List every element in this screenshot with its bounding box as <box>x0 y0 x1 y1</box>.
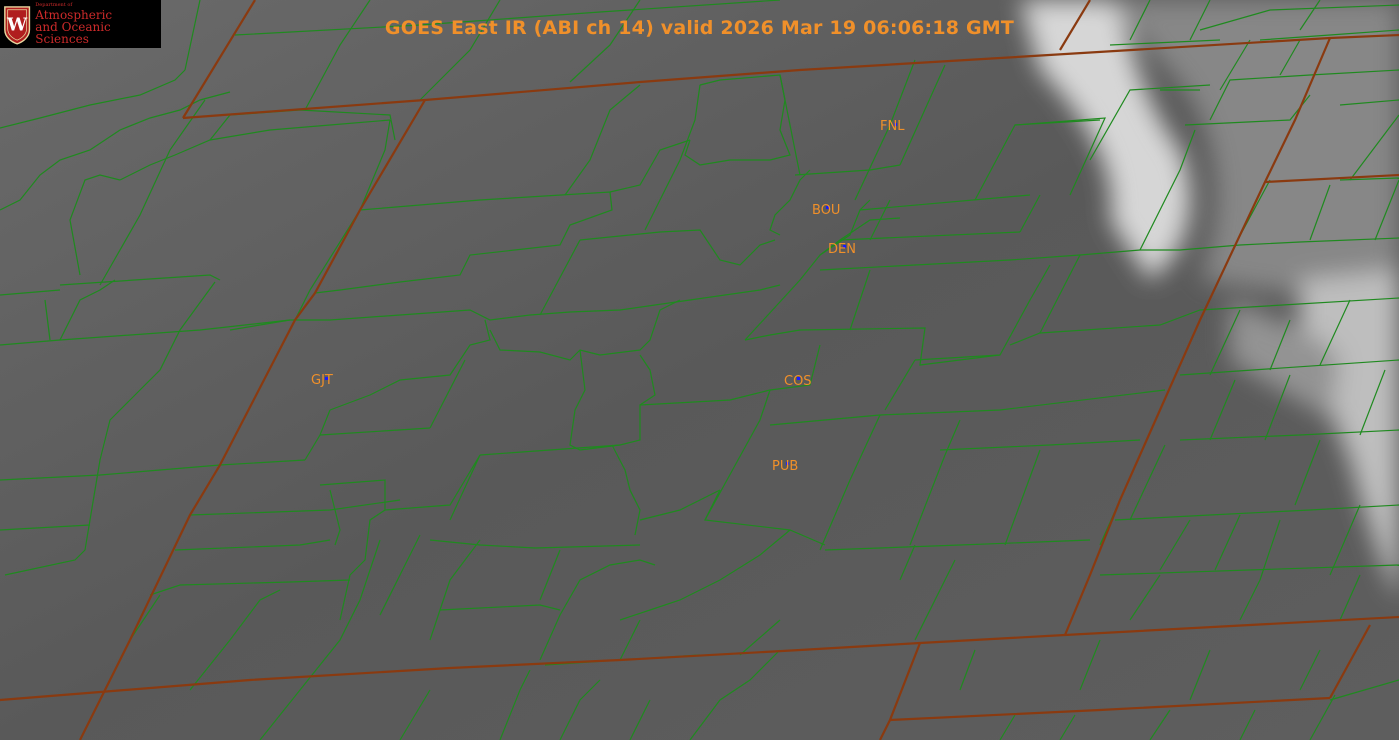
station-label-den[interactable]: DEN <box>828 242 856 257</box>
satellite-map[interactable] <box>0 0 1399 740</box>
station-label-cos[interactable]: COS <box>784 374 812 389</box>
station-label-gjt[interactable]: GJT <box>311 373 333 388</box>
image-title: GOES East IR (ABI ch 14) valid 2026 Mar … <box>384 17 1015 39</box>
station-label-bou[interactable]: BOU <box>812 203 840 218</box>
station-label-pub[interactable]: PUB <box>772 459 798 474</box>
station-label-fnl[interactable]: FNL <box>880 119 904 134</box>
